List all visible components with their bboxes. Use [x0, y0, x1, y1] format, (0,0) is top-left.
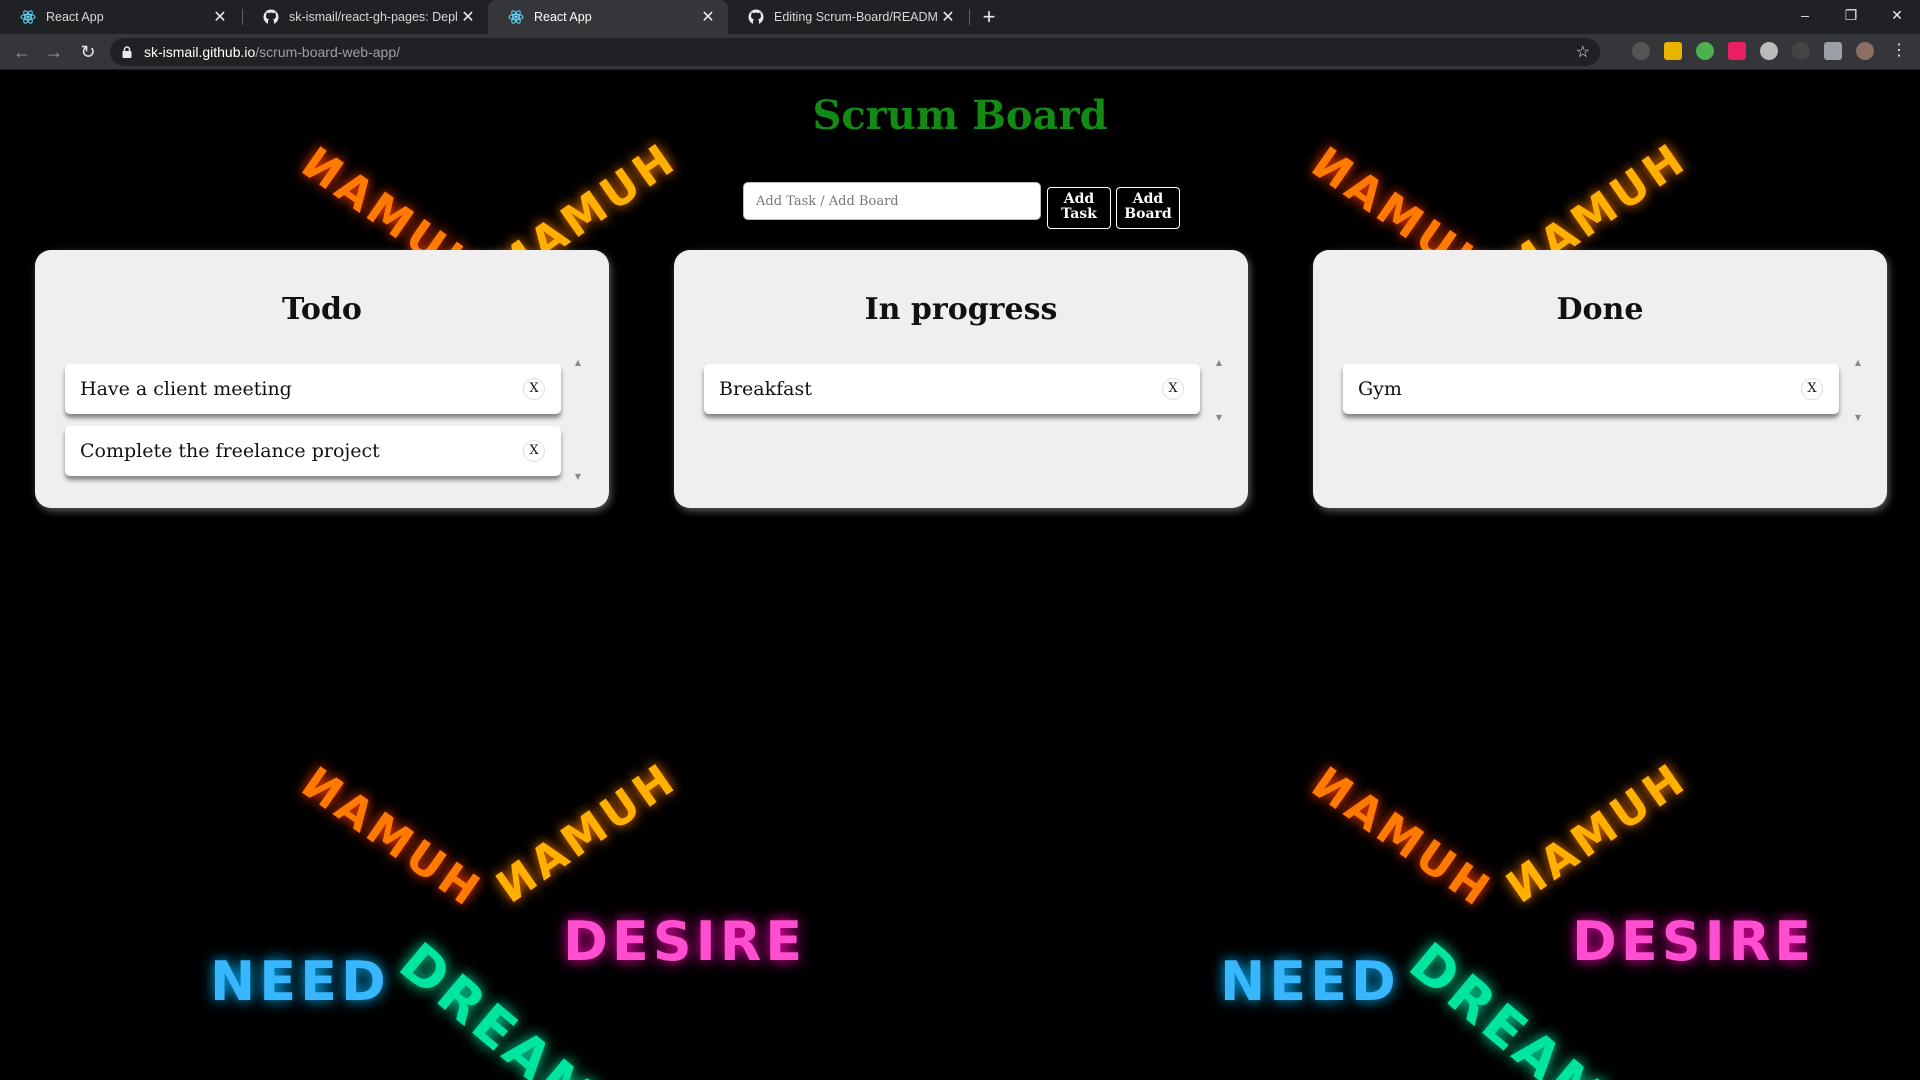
task-text: Gym [1358, 378, 1402, 400]
task-card[interactable]: Breakfast X [704, 364, 1200, 414]
task-text: Have a client meeting [80, 378, 292, 400]
neon-word: NEED [210, 950, 390, 1013]
task-list: Breakfast X [704, 364, 1200, 426]
add-task-label-line1: Add [1063, 191, 1095, 207]
board-todo: Todo Have a client meeting X Complete th… [35, 250, 609, 508]
forward-arrow-icon[interactable]: → [40, 38, 68, 66]
board-done: Done Gym X ▲ ▼ [1313, 250, 1887, 508]
puzzle-icon[interactable] [1824, 42, 1842, 60]
delete-task-button[interactable]: X [1801, 378, 1823, 400]
extension-icon[interactable] [1728, 42, 1746, 60]
react-icon [508, 10, 524, 24]
profile-avatar[interactable] [1856, 42, 1874, 60]
close-window-button[interactable]: ✕ [1874, 0, 1920, 30]
scroll-up-arrow-icon[interactable]: ▲ [1214, 358, 1224, 367]
neon-word: DESIRE [1572, 910, 1816, 973]
github-icon [263, 9, 279, 25]
restore-button[interactable]: ❐ [1828, 0, 1874, 30]
delete-task-button[interactable]: X [1162, 378, 1184, 400]
delete-task-button[interactable]: X [523, 440, 545, 462]
scroll-up-arrow-icon[interactable]: ▲ [1853, 358, 1863, 367]
neon-word: HUMAN [289, 755, 489, 916]
extension-icon[interactable] [1632, 42, 1650, 60]
board-title: Done [1556, 292, 1644, 327]
tab-title: sk-ismail/react-gh-pages: Deploy [289, 10, 458, 24]
add-board-label-line2: Board [1124, 206, 1172, 222]
browser-tab-3[interactable]: React App ✕ [488, 0, 728, 34]
tab-divider [969, 9, 970, 25]
scroll-down-arrow-icon[interactable]: ▼ [1214, 413, 1224, 422]
browser-tab-strip: React App ✕ sk-ismail/react-gh-pages: De… [0, 0, 1920, 34]
tab-title: React App [534, 10, 592, 24]
back-arrow-icon[interactable]: ← [8, 38, 36, 66]
task-board-input[interactable] [743, 182, 1041, 220]
task-card[interactable]: Gym X [1343, 364, 1839, 414]
browser-tab-1[interactable]: React App ✕ [0, 0, 240, 34]
close-tab-icon[interactable]: ✕ [458, 7, 478, 27]
browser-tab-4[interactable]: Editing Scrum-Board/README.m ✕ [728, 0, 968, 34]
task-text: Complete the freelance project [80, 440, 380, 462]
close-tab-icon[interactable]: ✕ [938, 7, 958, 27]
extension-icon[interactable] [1760, 42, 1778, 60]
task-card[interactable]: Have a client meeting X [65, 364, 561, 414]
reload-icon[interactable]: ↻ [74, 38, 102, 66]
url-host: sk-ismail.github.io [144, 44, 256, 60]
task-list: Have a client meeting X Complete the fre… [65, 364, 561, 488]
menu-dots-icon[interactable]: ⋮ [1890, 42, 1908, 60]
task-text: Breakfast [719, 378, 812, 400]
extension-icon[interactable] [1696, 42, 1714, 60]
page-viewport: HUMAN HUMAN DESIRE NEED DREAM HUMAN HUMA… [0, 70, 1920, 1080]
delete-task-button[interactable]: X [523, 378, 545, 400]
neon-word: HUMAN [484, 755, 684, 916]
tab-title: React App [46, 10, 104, 24]
board-title: Todo [282, 292, 362, 327]
new-tab-button[interactable]: + [976, 4, 1002, 30]
neon-word: HUMAN [1299, 755, 1499, 916]
add-board-label-line1: Add [1132, 191, 1164, 207]
react-icon [20, 10, 36, 24]
minimize-button[interactable]: – [1782, 0, 1828, 30]
extension-icon[interactable] [1664, 42, 1682, 60]
scroll-down-arrow-icon[interactable]: ▼ [1853, 413, 1863, 422]
neon-word: HUMAN [1494, 755, 1694, 916]
close-tab-icon[interactable]: ✕ [698, 7, 718, 27]
add-task-label-line2: Task [1061, 206, 1097, 222]
browser-tab-2[interactable]: sk-ismail/react-gh-pages: Deploy ✕ [243, 0, 488, 34]
task-card[interactable]: Complete the freelance project X [65, 426, 561, 476]
neon-word: NEED [1220, 950, 1400, 1013]
bookmark-star-icon[interactable]: ☆ [1576, 42, 1590, 62]
board-title: In progress [864, 292, 1058, 327]
url-path: /scrum-board-web-app/ [255, 44, 400, 60]
board-in-progress: In progress Breakfast X ▲ ▼ [674, 250, 1248, 508]
github-icon [748, 9, 764, 25]
task-list: Gym X [1343, 364, 1839, 426]
scroll-up-arrow-icon[interactable]: ▲ [573, 358, 583, 367]
page-title: Scrum Board [812, 92, 1108, 139]
extension-icon[interactable] [1792, 42, 1810, 60]
scroll-down-arrow-icon[interactable]: ▼ [573, 472, 583, 481]
add-task-button[interactable]: Add Task [1047, 187, 1111, 229]
add-board-button[interactable]: Add Board [1116, 187, 1180, 229]
tab-title: Editing Scrum-Board/README.m [774, 10, 938, 24]
address-bar[interactable]: sk-ismail.github.io/scrum-board-web-app/… [110, 38, 1600, 66]
close-tab-icon[interactable]: ✕ [210, 7, 230, 27]
lock-icon [122, 46, 132, 58]
neon-word: DESIRE [563, 910, 807, 973]
